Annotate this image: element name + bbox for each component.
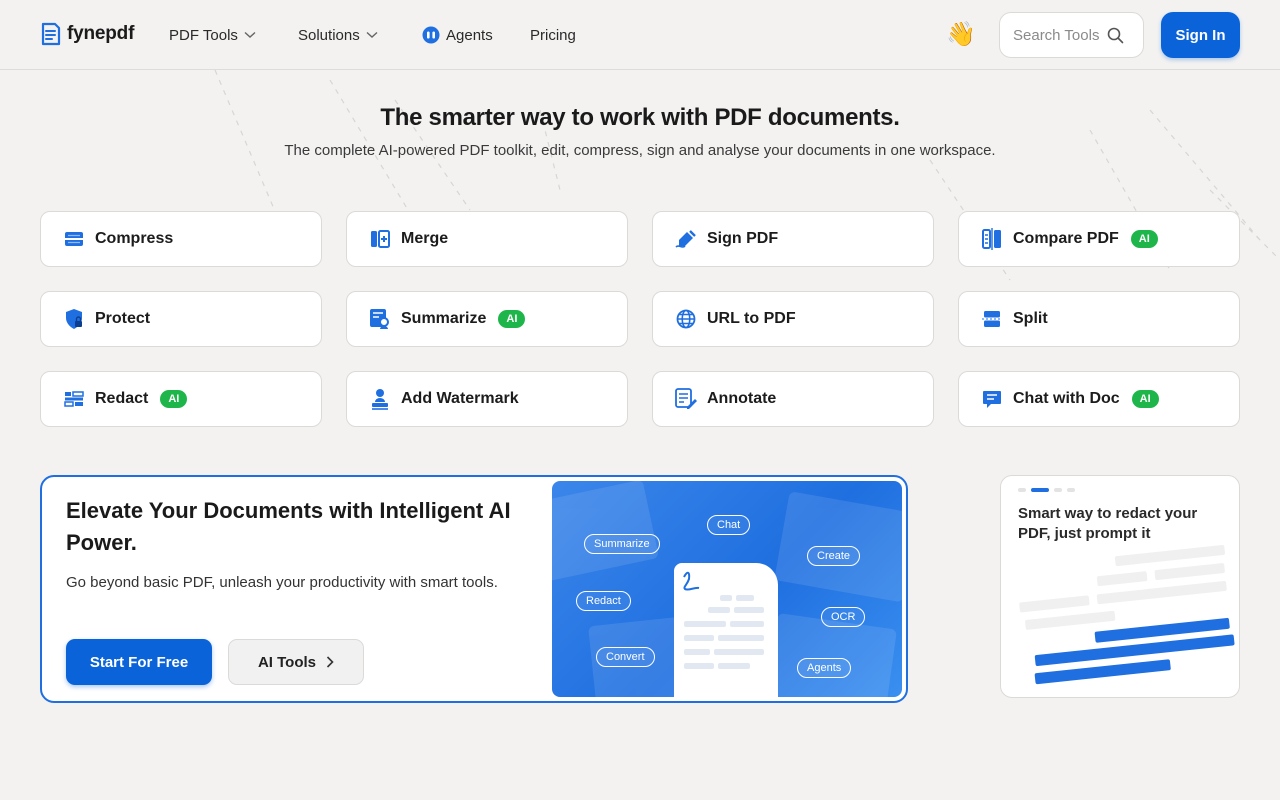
chip-chat: Chat (707, 515, 751, 535)
watermark-icon (369, 388, 391, 410)
tool-label: Protect (95, 310, 151, 327)
hero-title: The smarter way to work with PDF documen… (380, 104, 900, 131)
agents-icon (422, 26, 440, 44)
carousel-dot[interactable] (1067, 488, 1075, 492)
tool-label: Annotate (707, 390, 777, 407)
chip-summarize: Summarize (584, 534, 660, 554)
nav-pdf-tools[interactable]: PDF Tools (169, 27, 256, 44)
logo-text: fynepdf (67, 23, 135, 44)
tool-merge[interactable]: Merge (346, 211, 628, 267)
redact-feature-card[interactable]: Smart way to redact your PDF, just promp… (1000, 475, 1240, 698)
tool-label: Compress (95, 230, 174, 247)
pdf-document-icon (683, 571, 764, 669)
ai-tools-button[interactable]: AI Tools (228, 639, 364, 685)
chip-convert: Convert (596, 647, 655, 667)
globe-icon (675, 308, 697, 330)
promo-illustration: Chat Summarize Create Redact OCR Convert… (552, 481, 902, 697)
tool-label: Compare PDF (1013, 230, 1119, 247)
compress-icon (63, 228, 85, 250)
summarize-icon (369, 308, 391, 330)
tool-sign-pdf[interactable]: Sign PDF (652, 211, 934, 267)
tool-chat-with-doc[interactable]: Chat with Doc AI (958, 371, 1240, 427)
tool-label: Chat with Doc (1013, 390, 1120, 407)
tool-summarize[interactable]: Summarize AI (346, 291, 628, 347)
carousel-dot[interactable] (1054, 488, 1062, 492)
tool-split[interactable]: Split (958, 291, 1240, 347)
chevron-down-icon (244, 31, 256, 38)
carousel-dot[interactable] (1018, 488, 1026, 492)
tool-add-watermark[interactable]: Add Watermark (346, 371, 628, 427)
chip-agents: Agents (797, 658, 852, 678)
tool-compress[interactable]: Compress (40, 211, 322, 267)
tool-label: Split (1013, 310, 1048, 327)
tool-protect[interactable]: Protect (40, 291, 322, 347)
search-placeholder: Search Tools (1013, 26, 1100, 44)
annotate-icon (675, 388, 697, 410)
chevron-right-icon (326, 656, 334, 668)
tool-label: Add Watermark (401, 390, 519, 407)
redact-icon (63, 388, 85, 410)
carousel-dots (1018, 488, 1075, 492)
merge-icon (369, 228, 391, 250)
chip-redact: Redact (576, 591, 631, 611)
top-navbar: fynepdf PDF Tools Solutions Agents Prici… (0, 0, 1280, 70)
sign-in-button[interactable]: Sign In (1161, 12, 1240, 58)
ai-tools-label: AI Tools (257, 653, 317, 671)
carousel-dot-active[interactable] (1031, 488, 1049, 492)
chevron-down-icon (366, 31, 378, 38)
document-illustration (674, 563, 778, 697)
background-decoration (214, 70, 1280, 281)
nav-agents-label: Agents (446, 26, 493, 44)
tool-label: Summarize (401, 310, 487, 327)
start-for-free-button[interactable]: Start For Free (66, 639, 212, 685)
wave-emoji[interactable]: 👋 (946, 20, 976, 49)
sign-icon (675, 228, 697, 250)
tool-annotate[interactable]: Annotate (652, 371, 934, 427)
tool-label: URL to PDF (707, 310, 796, 327)
hero-subtitle: The complete AI-powered PDF toolkit, edi… (284, 142, 996, 159)
ai-badge: AI (498, 310, 526, 328)
promo-card: Elevate Your Documents with Intelligent … (40, 475, 908, 703)
tool-label: Merge (401, 230, 449, 247)
tool-label: Redact (95, 390, 149, 407)
promo-description: Go beyond basic PDF, unleash your produc… (66, 574, 498, 591)
nav-pricing[interactable]: Pricing (530, 27, 576, 44)
nav-solutions[interactable]: Solutions (298, 27, 378, 44)
logo[interactable]: fynepdf (40, 22, 134, 46)
tool-label: Sign PDF (707, 230, 779, 247)
search-box[interactable]: Search Tools (999, 12, 1144, 58)
nav-pricing-label: Pricing (530, 26, 576, 44)
redact-illustration (1019, 545, 1235, 685)
nav-solutions-label: Solutions (298, 26, 360, 44)
tool-redact[interactable]: Redact AI (40, 371, 322, 427)
nav-pdf-tools-label: PDF Tools (169, 26, 238, 44)
compare-icon (981, 228, 1003, 250)
chat-icon (981, 388, 1003, 410)
ai-badge: AI (1131, 390, 1159, 408)
tool-url-to-pdf[interactable]: URL to PDF (652, 291, 934, 347)
ai-badge: AI (1130, 230, 1158, 248)
tool-compare-pdf[interactable]: Compare PDF AI (958, 211, 1240, 267)
chip-ocr: OCR (821, 607, 866, 627)
ai-badge: AI (160, 390, 188, 408)
nav-agents[interactable]: Agents (422, 26, 493, 44)
search-icon (1108, 27, 1124, 43)
chip-create: Create (807, 546, 861, 566)
logo-icon (41, 22, 61, 46)
split-icon (981, 308, 1003, 330)
shield-lock-icon (63, 308, 85, 330)
promo-title: Elevate Your Documents with Intelligent … (66, 498, 511, 555)
